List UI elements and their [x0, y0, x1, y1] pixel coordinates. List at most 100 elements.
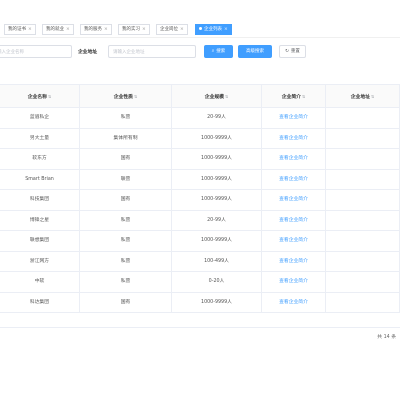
column-header-name[interactable]: 企业名称⇅: [0, 85, 80, 109]
tab-close-icon[interactable]: ×: [224, 27, 228, 32]
company-scale-cell: 1000-9999人: [172, 231, 262, 252]
tags-view-bar: 我的证书 × 我的就业 × 我的服务 × 我的实习 × 企业岗位 × 企业列表 ×: [0, 0, 400, 38]
company-nature-cell: 私营: [80, 251, 172, 272]
company-name-cell: 浙江网方: [0, 251, 80, 272]
reset-button[interactable]: ↻ 重置: [279, 45, 306, 58]
table-row: 蓝眉私企 私营 20-99人 查看企业简介: [0, 108, 400, 129]
advanced-search-button[interactable]: 高级搜索: [238, 45, 272, 58]
view-intro-link[interactable]: 查看企业简介: [262, 190, 326, 211]
company-nature-cell: 国有: [80, 190, 172, 211]
tab-my-internship[interactable]: 我的实习 ×: [118, 24, 150, 35]
tab-close-icon[interactable]: ×: [180, 27, 184, 32]
company-address-cell: [326, 169, 400, 190]
table-row: 软东方 国有 1000-9999人 查看企业简介: [0, 149, 400, 170]
company-address-cell: [326, 210, 400, 231]
company-nature-cell: 集体所有制: [80, 128, 172, 149]
view-intro-link[interactable]: 查看企业简介: [262, 292, 326, 313]
table-row: 浙江网方 私营 100-499人 查看企业简介: [0, 251, 400, 272]
company-nature-cell: 国有: [80, 149, 172, 170]
company-address-cell: [326, 108, 400, 129]
column-header-address[interactable]: 企业地址⇅: [326, 85, 400, 109]
view-intro-link[interactable]: 查看企业简介: [262, 128, 326, 149]
tab-my-service[interactable]: 我的服务 ×: [80, 24, 112, 35]
company-address-cell: [326, 251, 400, 272]
company-name-cell: Smart Brian: [0, 169, 80, 190]
sort-icon[interactable]: ⇅: [134, 94, 137, 99]
company-address-cell: [326, 292, 400, 313]
column-header-intro[interactable]: 企业简介⇅: [262, 85, 326, 109]
company-nature-cell: 私营: [80, 210, 172, 231]
company-address-cell: [326, 128, 400, 149]
company-address-cell: [326, 190, 400, 211]
table-row: 联想集团 私营 1000-9999人 查看企业简介: [0, 231, 400, 252]
company-address-input[interactable]: [108, 45, 196, 58]
tab-label: 我的证书: [8, 27, 26, 32]
tab-my-employment[interactable]: 我的就业 ×: [42, 24, 74, 35]
search-button[interactable]: ⌕ 搜索: [204, 45, 233, 58]
company-scale-cell: 0-20人: [172, 272, 262, 293]
company-nature-cell: 私营: [80, 108, 172, 129]
tab-close-icon[interactable]: ×: [28, 27, 32, 32]
tab-my-certificate[interactable]: 我的证书 ×: [4, 24, 36, 35]
sort-icon[interactable]: ⇅: [225, 94, 228, 99]
table-row: 科技集团 国有 1000-9999人 查看企业简介: [0, 190, 400, 211]
company-scale-cell: 20-99人: [172, 210, 262, 231]
company-name-cell: 软东方: [0, 149, 80, 170]
search-icon: ⌕: [211, 49, 215, 54]
view-intro-link[interactable]: 查看企业简介: [262, 108, 326, 129]
table-header: 企业名称⇅ 企业性质⇅ 企业规模⇅ 企业简介⇅ 企业地址⇅: [0, 84, 400, 109]
column-header-scale[interactable]: 企业规模⇅: [172, 85, 262, 109]
company-scale-cell: 1000-9999人: [172, 292, 262, 313]
company-scale-cell: 1000-9999人: [172, 169, 262, 190]
tab-company-list[interactable]: 企业列表 ×: [195, 24, 232, 35]
company-name-cell: 另大土量: [0, 128, 80, 149]
view-intro-link[interactable]: 查看企业简介: [262, 149, 326, 170]
company-scale-cell: 100-499人: [172, 251, 262, 272]
tab-label: 企业列表: [204, 27, 222, 32]
company-nature-cell: 联营: [80, 169, 172, 190]
tab-company-positions[interactable]: 企业岗位 ×: [156, 24, 188, 35]
company-scale-cell: 20-99人: [172, 108, 262, 129]
company-name-cell: 蓝眉私企: [0, 108, 80, 129]
view-intro-link[interactable]: 查看企业简介: [262, 169, 326, 190]
company-name-cell: 联想集团: [0, 231, 80, 252]
view-intro-link[interactable]: 查看企业简介: [262, 210, 326, 231]
table-row: 另大土量 集体所有制 1000-9999人 查看企业简介: [0, 128, 400, 149]
active-dot-icon: [199, 26, 202, 30]
sort-icon[interactable]: ⇅: [371, 94, 374, 99]
view-intro-link[interactable]: 查看企业简介: [262, 272, 326, 293]
tab-close-icon[interactable]: ×: [66, 27, 70, 32]
company-address-label: 企业地址: [78, 50, 98, 55]
refresh-icon: ↻: [285, 49, 289, 54]
tab-label: 我的服务: [84, 27, 102, 32]
tab-close-icon[interactable]: ×: [104, 27, 108, 32]
pagination-total: 共 14 条: [377, 335, 396, 340]
company-nature-cell: 私营: [80, 231, 172, 252]
tab-close-icon[interactable]: ×: [142, 27, 146, 32]
sort-icon[interactable]: ⇅: [302, 94, 305, 99]
company-address-cell: [326, 272, 400, 293]
company-address-cell: [326, 149, 400, 170]
view-intro-link[interactable]: 查看企业简介: [262, 231, 326, 252]
company-nature-cell: 私营: [80, 272, 172, 293]
table-row: 科达集团 国有 1000-9999人 查看企业简介: [0, 292, 400, 313]
company-scale-cell: 1000-9999人: [172, 149, 262, 170]
company-scale-cell: 1000-9999人: [172, 190, 262, 211]
tab-label: 我的就业: [46, 27, 64, 32]
company-name-cell: 博锋之星: [0, 210, 80, 231]
company-name-cell: 科达集团: [0, 292, 80, 313]
table-row: Smart Brian 联营 1000-9999人 查看企业简介: [0, 169, 400, 190]
column-header-nature[interactable]: 企业性质⇅: [80, 85, 172, 109]
view-intro-link[interactable]: 查看企业简介: [262, 251, 326, 272]
company-name-cell: 科技集团: [0, 190, 80, 211]
table-row: 博锋之星 私营 20-99人 查看企业简介: [0, 210, 400, 231]
pagination-bar: 共 14 条: [0, 327, 400, 343]
sort-icon[interactable]: ⇅: [48, 94, 51, 99]
company-address-cell: [326, 231, 400, 252]
company-nature-cell: 国有: [80, 292, 172, 313]
tab-label: 我的实习: [122, 27, 140, 32]
company-name-input[interactable]: [0, 45, 72, 58]
tab-label: 企业岗位: [160, 27, 178, 32]
company-scale-cell: 1000-9999人: [172, 128, 262, 149]
search-form: 企业地址 ⌕搜索 高级搜索 ↻重置: [0, 43, 400, 63]
